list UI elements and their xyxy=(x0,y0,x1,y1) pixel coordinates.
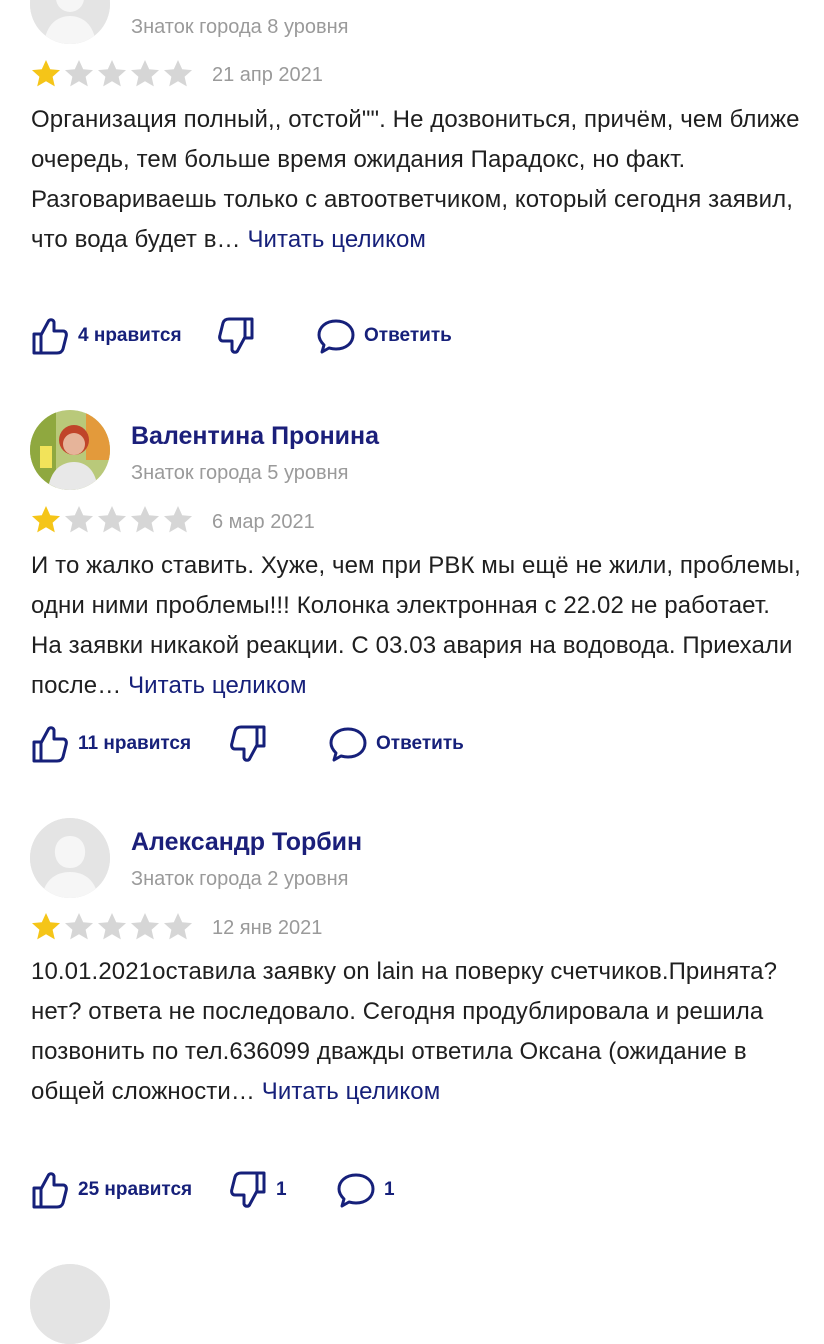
dislike-button[interactable]: 1 xyxy=(228,1168,287,1212)
read-more-link[interactable]: Читать целиком xyxy=(262,1078,441,1105)
avatar[interactable] xyxy=(30,1264,110,1344)
like-count: 11 нравится xyxy=(78,733,192,754)
like-count: 25 нравится xyxy=(78,1179,193,1200)
read-more-link[interactable]: Читать целиком xyxy=(247,226,426,253)
rating-stars xyxy=(30,504,194,536)
star-empty-icon xyxy=(98,60,126,87)
comment-icon xyxy=(329,727,367,762)
thumbs-up-icon xyxy=(32,318,68,355)
star-empty-icon xyxy=(164,60,192,87)
thumbs-up-icon xyxy=(32,1172,68,1209)
star-empty-icon xyxy=(131,913,159,940)
rating-stars xyxy=(30,58,194,90)
comment-icon xyxy=(317,319,355,354)
review-text: Организация полный,, отстой"". Не дозвон… xyxy=(31,100,801,260)
review-actions: 4 нравится Ответить xyxy=(30,314,530,358)
avatar-placeholder-icon xyxy=(30,0,110,44)
avatar-placeholder-icon xyxy=(30,1264,110,1344)
star-empty-icon xyxy=(164,913,192,940)
avatar[interactable] xyxy=(30,818,110,898)
author-level: Знаток города 2 уровня xyxy=(131,868,349,890)
reply-label: Ответить xyxy=(364,325,452,346)
dislike-count: 1 xyxy=(276,1179,287,1200)
star-filled-icon xyxy=(32,506,60,533)
thumbs-down-icon xyxy=(230,1171,266,1208)
author-name[interactable]: Александр Торбин xyxy=(131,828,362,857)
author-name[interactable]: Валентина Пронина xyxy=(131,422,379,451)
star-empty-icon xyxy=(164,506,192,533)
thumbs-down-icon xyxy=(218,317,254,354)
review-date: 12 янв 2021 xyxy=(212,917,323,939)
review-text: 10.01.2021оставила заявку on lain на пов… xyxy=(31,952,801,1112)
read-more-link[interactable]: Читать целиком xyxy=(128,672,307,699)
reply-count: 1 xyxy=(384,1179,395,1200)
reply-button[interactable]: Ответить xyxy=(328,722,464,766)
avatar-placeholder-icon xyxy=(30,818,110,898)
star-filled-icon xyxy=(32,60,60,87)
like-button[interactable]: 4 нравится xyxy=(30,314,182,358)
review-date: 6 мар 2021 xyxy=(212,511,315,533)
review-date: 21 апр 2021 xyxy=(212,64,323,86)
star-empty-icon xyxy=(65,913,93,940)
star-empty-icon xyxy=(65,60,93,87)
author-level: Знаток города 8 уровня xyxy=(131,16,349,38)
reply-button[interactable]: 1 xyxy=(336,1168,395,1212)
rating-stars xyxy=(30,911,194,943)
star-filled-icon xyxy=(32,913,60,940)
dislike-button[interactable] xyxy=(216,314,264,358)
review-actions: 11 нравится Ответить xyxy=(30,722,530,766)
avatar[interactable] xyxy=(30,0,110,44)
star-empty-icon xyxy=(98,506,126,533)
avatar[interactable] xyxy=(30,410,110,490)
comment-icon xyxy=(337,1173,375,1208)
thumbs-up-icon xyxy=(32,726,68,763)
like-button[interactable]: 11 нравится xyxy=(30,722,191,766)
reply-label: Ответить xyxy=(376,733,464,754)
star-empty-icon xyxy=(65,506,93,533)
like-button[interactable]: 25 нравится xyxy=(30,1168,192,1212)
star-empty-icon xyxy=(131,60,159,87)
like-count: 4 нравится xyxy=(78,325,182,346)
star-empty-icon xyxy=(131,506,159,533)
reply-button[interactable]: Ответить xyxy=(316,314,452,358)
review-actions: 25 нравится 1 1 xyxy=(30,1168,530,1212)
user-photo-avatar xyxy=(30,410,110,490)
thumbs-down-icon xyxy=(230,725,266,762)
dislike-button[interactable] xyxy=(228,722,276,766)
author-level: Знаток города 5 уровня xyxy=(131,462,349,484)
review-text: И то жалко ставить. Хуже, чем при РВК мы… xyxy=(31,546,801,706)
star-empty-icon xyxy=(98,913,126,940)
